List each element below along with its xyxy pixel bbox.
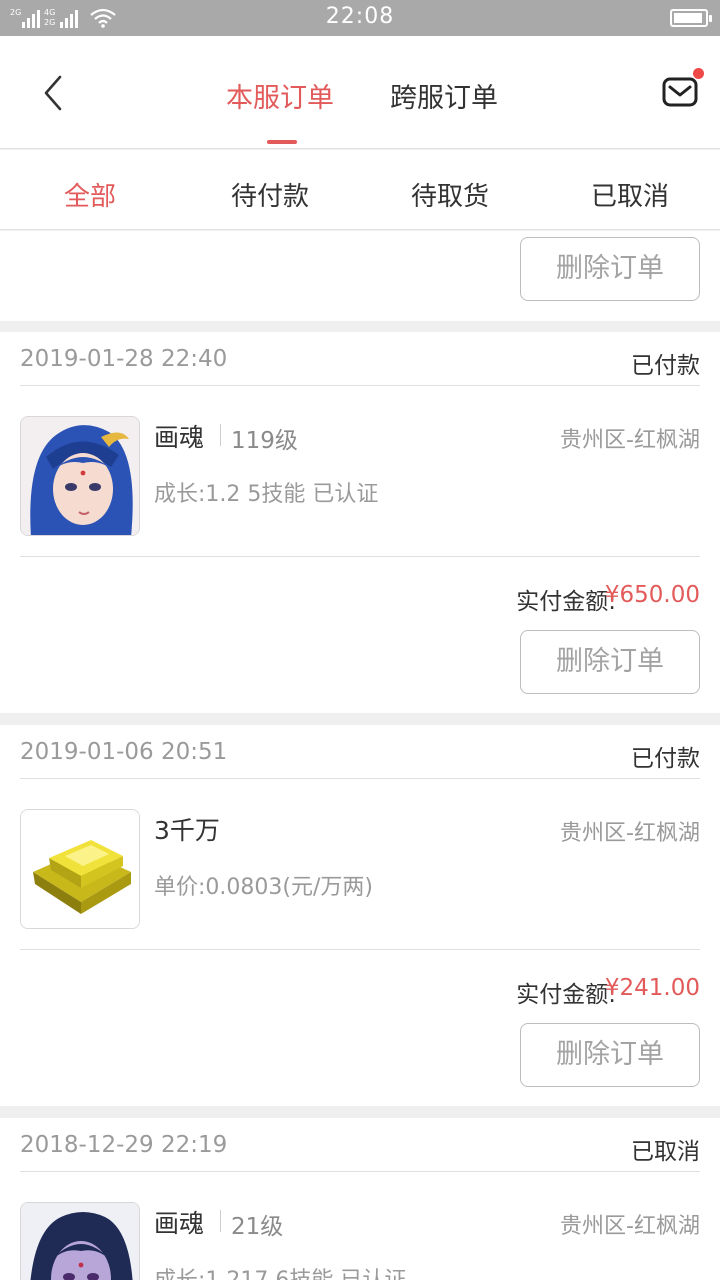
order-date: 2019-01-28 22:40 [20,346,228,372]
order-tabs: 本服订单 跨服订单 [0,36,720,149]
unit-price: 单价:0.0803(元/万两) [154,875,373,900]
server-region: 贵州区-红枫湖 [560,428,700,453]
item-level: 119级 [231,428,298,454]
mail-icon[interactable] [662,76,698,108]
tab-cross-server-orders[interactable]: 跨服订单 [390,76,498,115]
server-region: 贵州区-红枫湖 [560,821,700,846]
status-bar: 2G 4G 2G 22:08 [0,0,720,36]
paid-amount: ¥650.00 [604,582,700,608]
delete-order-button[interactable]: 删除订单 [520,630,700,694]
clock: 22:08 [325,4,395,29]
gold-ingot-image[interactable] [20,809,140,929]
divider [20,1171,700,1172]
screen: 2G 4G 2G 22:08 本服订单 跨服订单 全部 待付款 待取货 已取消 … [0,0,720,1280]
item-level: 21级 [231,1214,284,1240]
divider [220,1210,221,1232]
delete-order-button[interactable]: 删除订单 [520,1023,700,1087]
character-portrait-image[interactable] [20,416,140,536]
order-card: 2018-12-29 22:19 已取消 画魂 21级 贵州区-红枫湖 成长:1… [0,1118,720,1280]
order-status: 已取消 [631,1139,700,1165]
header: 本服订单 跨服订单 [0,36,720,149]
divider [20,385,700,386]
order-card: 2019-01-28 22:40 已付款 画魂 119级 贵州区-红枫湖 成长:… [0,332,720,713]
notification-dot [693,68,704,79]
divider [220,424,221,446]
item-description: 成长:1.217 6技能 已认证 [154,1262,406,1280]
paid-amount-label: 实付金额: [516,589,616,615]
tab-indicator [267,140,297,144]
status-filter-bar: 全部 待付款 待取货 已取消 [0,150,720,230]
divider [20,556,700,557]
item-description: 成长:1.2 5技能 已认证 [154,482,379,507]
tab-local-orders[interactable]: 本服订单 [226,76,334,115]
order-date: 2018-12-29 22:19 [20,1132,228,1158]
server-region: 贵州区-红枫湖 [560,1214,700,1239]
divider [20,949,700,950]
order-date: 2019-01-06 20:51 [20,739,228,765]
delete-order-button[interactable]: 删除订单 [520,237,700,301]
item-name: 3千万 [154,816,220,845]
filter-cancelled[interactable]: 已取消 [540,176,720,213]
order-status: 已付款 [631,746,700,772]
filter-pending-payment[interactable]: 待付款 [180,176,360,213]
order-card: 2019-01-06 20:51 已付款 3千万 贵州区-红枫湖 单价:0.08… [0,725,720,1106]
item-name: 画魂 [154,1209,205,1238]
filter-pending-pickup[interactable]: 待取货 [360,176,540,213]
order-card: 删除订单 [0,231,720,321]
filter-all[interactable]: 全部 [0,176,180,213]
battery-icon [670,9,712,27]
paid-amount-label: 实付金额: [516,982,616,1008]
divider [20,778,700,779]
paid-amount: ¥241.00 [604,975,700,1001]
character-portrait-image[interactable] [20,1202,140,1280]
item-name: 画魂 [154,423,205,452]
order-status: 已付款 [631,353,700,379]
